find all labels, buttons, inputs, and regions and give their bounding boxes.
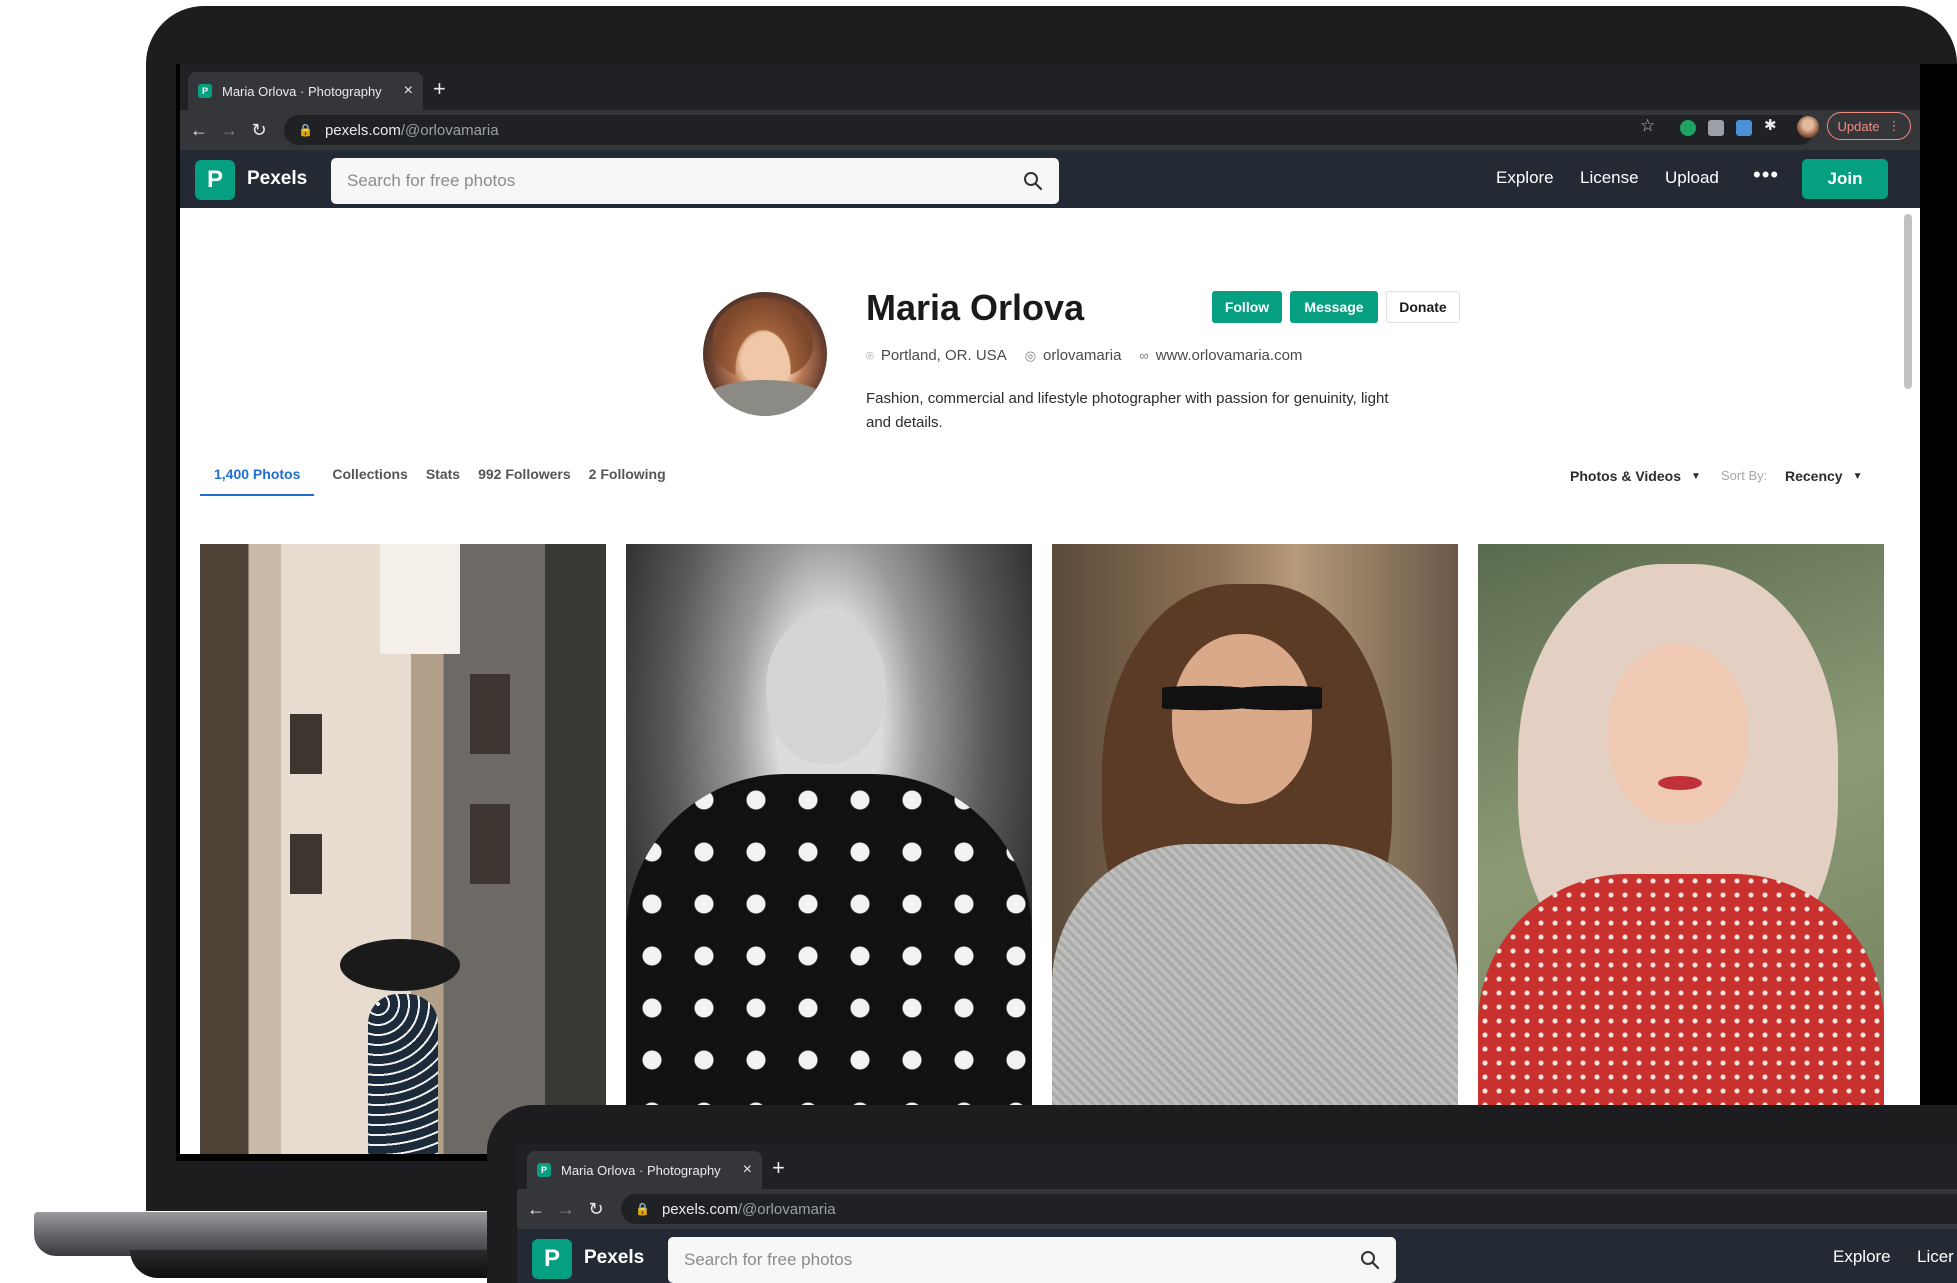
front-browser-toolbar: ← → ↻ 🔒 pexels.com/@orlovamaria [517,1189,1957,1229]
profile-avatar [703,292,827,416]
message-button[interactable]: Message [1290,291,1378,323]
photo-tile[interactable] [1478,544,1884,1154]
front-browser-window: P Maria Orlova · Photography × + ← → ↻ 🔒… [517,1143,1957,1283]
front-nav-explore[interactable]: Explore [1833,1247,1891,1267]
update-button[interactable]: Update ⋮ [1827,112,1911,140]
nav-upload[interactable]: Upload [1665,168,1719,188]
bookmark-star-icon[interactable]: ☆ [1640,116,1655,136]
front-tab-title: Maria Orlova · Photography [561,1162,721,1178]
front-laptop-frame: P Maria Orlova · Photography × + ← → ↻ 🔒… [487,1105,1957,1283]
menu-dots-icon: ⋮ [1887,118,1901,133]
address-bar[interactable]: 🔒 pexels.com/@orlovamaria [284,115,1814,145]
tab-close-icon[interactable]: × [404,82,413,100]
extension-screen-icon[interactable] [1736,120,1752,136]
lock-icon: 🔒 [298,123,313,137]
photo-tile[interactable] [626,544,1032,1154]
url-text: pexels.com/@orlovamaria [324,121,499,139]
profile-instagram-link[interactable]: orlovamaria [1043,347,1121,364]
chevron-down-icon: ▼ [1852,470,1863,482]
search-icon[interactable] [1360,1250,1380,1270]
search-icon[interactable] [1023,171,1043,191]
tab-followers[interactable]: 992 Followers [464,466,575,496]
chevron-down-icon: ▼ [1690,470,1701,482]
tab-title: Maria Orlova · Photography [222,83,382,99]
follow-button[interactable]: Follow [1212,291,1282,323]
nav-explore[interactable]: Explore [1496,168,1554,188]
tab-collections[interactable]: Collections [318,466,411,496]
profile-meta: ⌾ Portland, OR. USA ◎ orlovamaria ∞ www.… [866,347,1302,364]
profile-name: Maria Orlova [866,287,1085,328]
search-placeholder: Search for free photos [347,171,516,190]
front-nav-license[interactable]: Licer [1917,1247,1954,1267]
front-url-text: pexels.com/@orlovamaria [661,1200,836,1218]
new-tab-icon[interactable]: + [433,74,446,104]
browser-toolbar: ← → ↻ 🔒 pexels.com/@orlovamaria [180,110,1920,150]
sort-dropdown[interactable]: Recency ▼ [1785,468,1863,484]
front-browser-tab[interactable]: P Maria Orlova · Photography × [527,1151,762,1189]
tab-stats[interactable]: Stats [412,466,464,496]
front-brand-name[interactable]: Pexels [584,1247,644,1269]
media-type-label: Photos & Videos [1570,468,1681,484]
search-input[interactable]: Search for free photos [331,158,1059,204]
profile-bio: Fashion, commercial and lifestyle photog… [866,390,1389,431]
forward-arrow-icon[interactable]: → [551,1199,581,1220]
profile-website-link[interactable]: www.orlovamaria.com [1156,347,1303,364]
nav-license[interactable]: License [1580,168,1639,188]
front-site-header: P Pexels Search for free photos Explore … [517,1229,1957,1283]
extension-square-icon[interactable] [1708,120,1724,136]
site-header: P Pexels Search for free photos Explore … [180,150,1920,208]
front-search-input[interactable]: Search for free photos [668,1237,1396,1283]
sort-value: Recency [1785,468,1843,484]
forward-arrow-icon[interactable]: → [214,120,244,141]
browser-tab[interactable]: P Maria Orlova · Photography × [188,72,423,110]
join-button[interactable]: Join [1802,159,1888,199]
donate-button[interactable]: Donate [1386,291,1460,323]
lock-icon: 🔒 [635,1202,650,1216]
profile-location: Portland, OR. USA [880,347,1007,364]
photo-tile[interactable] [1052,544,1458,1154]
profile-avatar-icon[interactable] [1797,116,1819,138]
back-arrow-icon[interactable]: ← [184,120,214,141]
pexels-favicon-icon: P [198,84,212,98]
new-tab-icon[interactable]: + [772,1153,785,1183]
front-address-bar[interactable]: 🔒 pexels.com/@orlovamaria [621,1194,1957,1224]
tab-following[interactable]: 2 Following [575,466,680,496]
link-icon: ∞ [1139,348,1149,363]
front-tab-strip: P Maria Orlova · Photography × + [517,1143,1957,1189]
tab-photos[interactable]: 1,400 Photos [200,466,315,496]
brand-name[interactable]: Pexels [247,168,307,190]
pexels-logo-icon[interactable]: P [532,1239,572,1279]
puzzle-extensions-icon[interactable]: ✱ [1764,116,1780,134]
more-menu-icon[interactable]: ••• [1753,162,1779,188]
pexels-favicon-icon: P [537,1163,551,1177]
sort-by-label: Sort By: [1721,468,1768,483]
profile-tabs: 1,400 Photos Collections Stats 992 Follo… [200,466,680,496]
back-arrow-icon[interactable]: ← [521,1199,551,1220]
page-scrollbar[interactable] [1904,214,1912,389]
photo-tile[interactable] [200,544,606,1154]
media-type-dropdown[interactable]: Photos & Videos ▼ [1570,468,1701,484]
instagram-icon: ◎ [1024,347,1037,363]
front-search-placeholder: Search for free photos [684,1250,853,1269]
location-pin-icon: ⌾ [866,347,874,363]
extension-shield-icon[interactable] [1680,120,1696,136]
tab-strip: P Maria Orlova · Photography × + [180,64,1920,110]
browser-window: P Maria Orlova · Photography × + ← → ↻ 🔒… [180,64,1920,1154]
tab-close-icon[interactable]: × [743,1161,752,1179]
pexels-logo-icon[interactable]: P [195,160,235,200]
reload-icon[interactable]: ↻ [244,120,274,141]
reload-icon[interactable]: ↻ [581,1199,611,1220]
